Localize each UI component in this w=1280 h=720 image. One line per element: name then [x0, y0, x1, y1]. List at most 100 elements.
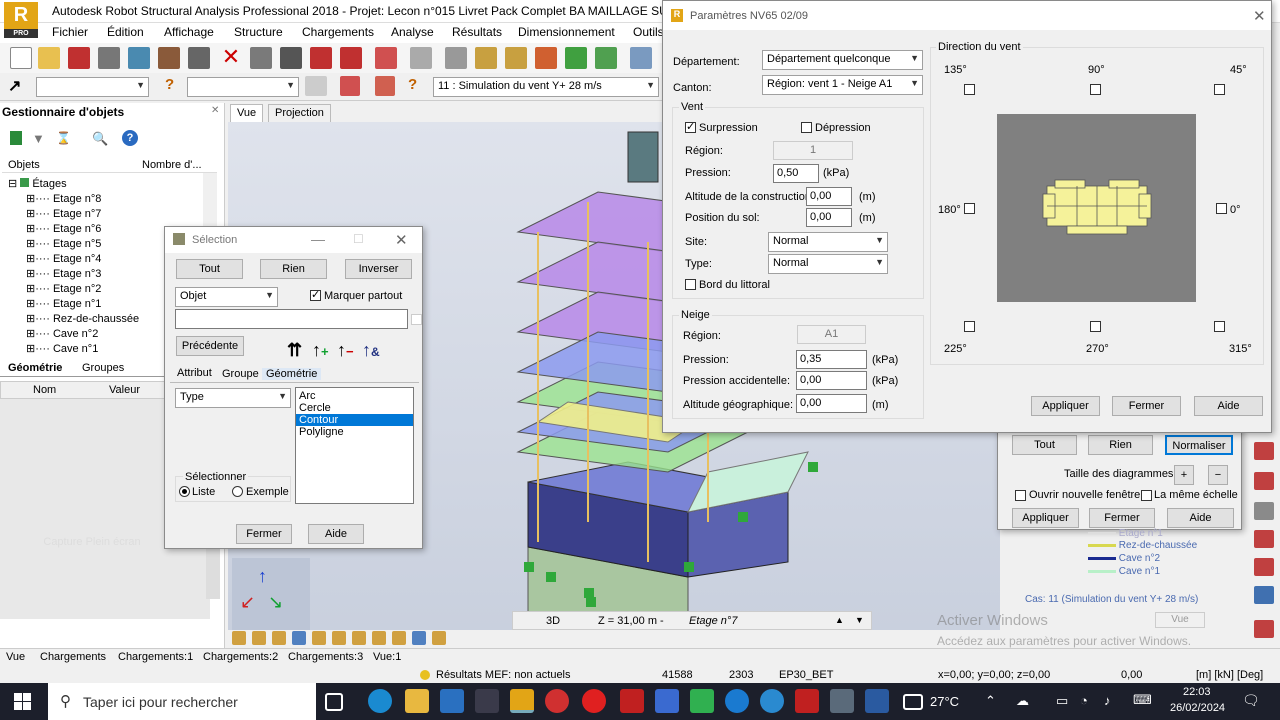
tool-icon[interactable]: [1254, 472, 1274, 490]
direction-45-checkbox[interactable]: [1214, 84, 1225, 95]
close-icon[interactable]: ✕: [211, 105, 219, 116]
close-button[interactable]: Fermer: [236, 524, 292, 544]
diagram-size-increase-button[interactable]: +: [1174, 465, 1194, 485]
menu-dimensionnement[interactable]: Dimensionnement: [518, 25, 615, 39]
attribute-type-combo[interactable]: Type ▼: [175, 388, 291, 408]
type-combo[interactable]: Normal ▼: [768, 254, 888, 274]
results-icon[interactable]: [535, 47, 557, 69]
chrome-icon[interactable]: [760, 689, 784, 713]
select-all-button[interactable]: Tout: [176, 259, 243, 279]
print-icon[interactable]: [98, 47, 120, 69]
view-mode[interactable]: 3D: [546, 615, 560, 627]
zoom-icon[interactable]: [475, 47, 497, 69]
taskbar-search[interactable]: ⚲ Taper ici pour rechercher: [48, 683, 316, 720]
mail-icon[interactable]: [440, 689, 464, 713]
book-icon[interactable]: [128, 47, 150, 69]
snow-pressure-field[interactable]: 0,35: [796, 350, 867, 369]
view-button[interactable]: Vue: [1155, 612, 1205, 628]
search-icon[interactable]: 🔍: [92, 131, 108, 146]
view-tool-icon[interactable]: [312, 631, 326, 645]
store-icon[interactable]: [475, 689, 499, 713]
home-icon[interactable]: [340, 76, 360, 96]
new-file-icon[interactable]: [10, 47, 32, 69]
tree-root[interactable]: ⊟ Étages: [8, 177, 67, 190]
ground-position-field[interactable]: 0,00: [806, 208, 852, 227]
clock-date[interactable]: 26/02/2024: [1170, 702, 1225, 714]
tab-vue[interactable]: Vue: [230, 104, 264, 122]
bar-selection-combo[interactable]: ▼: [187, 77, 299, 97]
depression-checkbox[interactable]: [801, 122, 812, 133]
wind-pressure-field[interactable]: 0,50: [773, 164, 819, 183]
view-tool-icon[interactable]: [292, 631, 306, 645]
menu-outils[interactable]: Outils: [633, 25, 664, 39]
list-item[interactable]: Arc: [296, 388, 413, 402]
network-icon[interactable]: ☁: [1016, 693, 1029, 709]
list-item[interactable]: Polyligne: [296, 426, 413, 438]
status-tab-chargements-3[interactable]: Chargements:3: [288, 651, 363, 663]
structure-icon[interactable]: [595, 47, 617, 69]
delete-icon[interactable]: ✕: [220, 46, 242, 69]
close-icon[interactable]: ✕: [395, 231, 408, 249]
acrobat-icon[interactable]: [795, 689, 819, 713]
tree-item[interactable]: ⊞···· Cave n°2: [26, 327, 98, 340]
cursor-icon[interactable]: ↗: [8, 76, 28, 96]
load-case-combo[interactable]: 11 : Simulation du vent Y+ 28 m/s ▼: [433, 77, 659, 97]
table-icon[interactable]: [410, 47, 432, 69]
calculator-icon[interactable]: [830, 689, 854, 713]
paste-icon[interactable]: [280, 47, 302, 69]
hourglass-icon[interactable]: ⌛: [56, 131, 71, 145]
copy-icon[interactable]: [250, 47, 272, 69]
menu-affichage[interactable]: Affichage: [164, 25, 214, 39]
windows-start-icon[interactable]: [14, 693, 31, 710]
tab-groups[interactable]: Groupes: [82, 362, 124, 374]
view-tool-icon[interactable]: [372, 631, 386, 645]
tree-item[interactable]: ⊞···· Etage n°4: [26, 252, 101, 265]
level-down-icon[interactable]: ▼: [855, 615, 864, 625]
check-icon[interactable]: [565, 47, 587, 69]
menu-structure[interactable]: Structure: [234, 25, 283, 39]
app-icon[interactable]: [655, 689, 679, 713]
filter-icon[interactable]: [305, 76, 327, 96]
direction-180-checkbox[interactable]: [964, 203, 975, 214]
direction-0-checkbox[interactable]: [1216, 203, 1227, 214]
tab-group[interactable]: Groupe: [222, 368, 259, 380]
object-type-combo[interactable]: Objet ▼: [175, 287, 278, 307]
geo-altitude-field[interactable]: 0,00: [796, 394, 867, 413]
app-icon[interactable]: [545, 689, 569, 713]
menu-analyse[interactable]: Analyse: [391, 25, 434, 39]
view-tool-icon[interactable]: [392, 631, 406, 645]
lock-icon[interactable]: [445, 47, 467, 69]
case-cursor-icon[interactable]: ?: [408, 76, 428, 96]
wifi-icon[interactable]: ◔: [1080, 693, 1088, 708]
temperature[interactable]: 27°C: [930, 694, 959, 709]
mark-everywhere-checkbox[interactable]: [310, 288, 321, 301]
open-folder-icon[interactable]: [38, 47, 60, 69]
camtasia-icon[interactable]: [690, 689, 714, 713]
status-tab-chargements-1[interactable]: Chargements:1: [118, 651, 193, 663]
list-item[interactable]: Cercle: [296, 402, 413, 414]
view-tool-icon[interactable]: [352, 631, 366, 645]
selection-list-input[interactable]: [175, 309, 408, 329]
status-tab-vue[interactable]: Vue: [6, 651, 25, 663]
invert-selection-button[interactable]: Inverser: [345, 259, 412, 279]
diagram-close-button[interactable]: Fermer: [1089, 508, 1155, 528]
canton-combo[interactable]: Région: vent 1 - Neige A1 ▼: [762, 75, 923, 95]
file-explorer-icon[interactable]: [405, 689, 429, 713]
view-tool-icon[interactable]: [412, 631, 426, 645]
diagram-none-button[interactable]: Rien: [1088, 435, 1153, 455]
app-icon[interactable]: [865, 689, 889, 713]
close-button[interactable]: Fermer: [1112, 396, 1181, 416]
view-tool-icon[interactable]: [272, 631, 286, 645]
tray-chevron-icon[interactable]: ⌃: [985, 693, 996, 709]
direction-225-checkbox[interactable]: [964, 321, 975, 332]
camera-icon[interactable]: [188, 47, 210, 69]
menu-edition[interactable]: Édition: [107, 25, 144, 39]
tree-item[interactable]: ⊞···· Etage n°2: [26, 282, 101, 295]
add-to-selection-icon[interactable]: ↑+: [312, 340, 332, 360]
robot-taskbar-icon[interactable]: [510, 689, 534, 713]
tool-icon[interactable]: [1254, 558, 1274, 576]
status-tab-vue-1[interactable]: Vue:1: [373, 651, 401, 663]
minimize-icon[interactable]: —: [311, 231, 325, 247]
menu-chargements[interactable]: Chargements: [302, 25, 374, 39]
menu-resultats[interactable]: Résultats: [452, 25, 502, 39]
